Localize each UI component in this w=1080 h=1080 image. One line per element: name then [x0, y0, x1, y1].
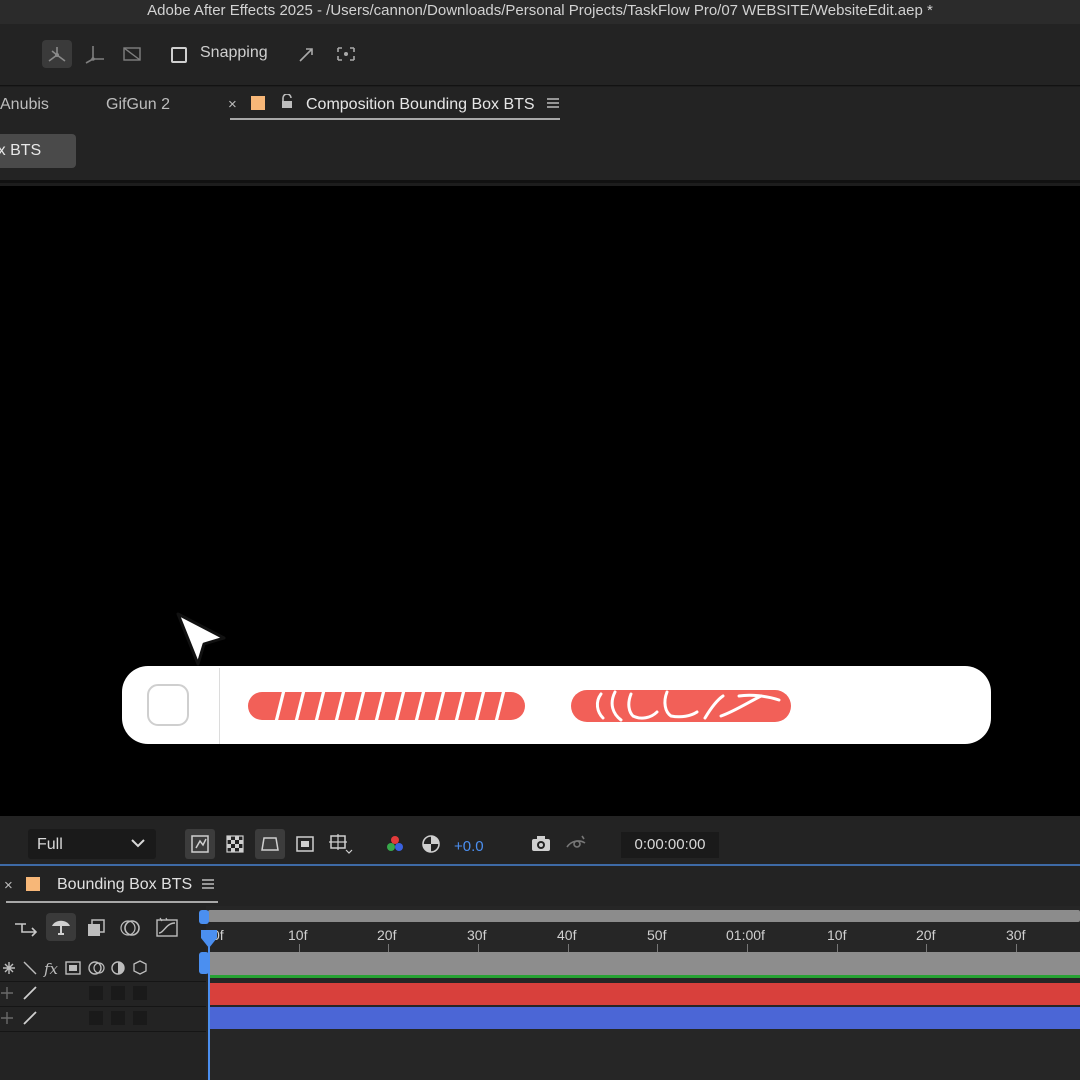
tab-composition[interactable]: Composition Bounding Box BTS	[306, 96, 535, 114]
timeline-close-icon[interactable]: ×	[4, 877, 13, 894]
motion-blur-icon[interactable]	[119, 917, 143, 944]
comp-duration-band	[210, 952, 1080, 975]
ruler-tick	[747, 944, 748, 952]
lock-icon[interactable]	[280, 93, 294, 115]
cursor-icon	[168, 608, 234, 675]
ruler-tick	[1016, 944, 1017, 952]
tab-close-icon[interactable]: ×	[228, 96, 237, 113]
ruler-tick	[299, 944, 300, 952]
row-separator	[0, 1006, 206, 1007]
tab-anubis[interactable]: Anubis	[0, 96, 49, 114]
layer-2-bar[interactable]	[210, 1007, 1080, 1029]
resolution-value: Full	[37, 836, 63, 853]
view-axis-icon[interactable]	[117, 40, 147, 68]
playhead-handle-icon[interactable]	[199, 928, 219, 955]
task-bar-wavy	[571, 690, 791, 722]
layer-1-bar[interactable]	[210, 983, 1080, 1005]
ruler-label: 10f	[288, 927, 308, 943]
layer-1-switch[interactable]	[111, 986, 125, 1000]
pill-divider	[219, 668, 220, 744]
comp-breadcrumb[interactable]: Bounding Box BTS	[0, 134, 76, 168]
ruler-label: 30f	[1006, 927, 1026, 943]
ruler-label: 30f	[467, 927, 487, 943]
chevron-down-icon	[130, 836, 146, 855]
graph-editor-icon[interactable]	[154, 917, 180, 944]
work-area-start-handle[interactable]	[199, 910, 209, 924]
local-axis-icon[interactable]	[42, 40, 72, 68]
work-area-bar[interactable]	[208, 910, 1080, 922]
color-channels-icon[interactable]	[380, 829, 410, 859]
world-axis-icon[interactable]	[80, 40, 110, 68]
ruler-tick	[388, 944, 389, 952]
timeline-menu-icon[interactable]	[201, 877, 215, 896]
transparency-grid-icon[interactable]	[220, 829, 250, 859]
current-time-display[interactable]: 0:00:00:00	[621, 832, 719, 858]
tab-gifgun[interactable]: GifGun 2	[106, 96, 170, 114]
render-cache-line	[210, 975, 1080, 978]
layer-1-switch[interactable]	[133, 986, 147, 1000]
timeline-comp-name[interactable]: Bounding Box BTS	[57, 876, 192, 894]
region-of-interest-icon[interactable]	[290, 829, 320, 859]
fast-previews-icon[interactable]	[185, 829, 215, 859]
comp-flowchart-icon[interactable]	[12, 917, 40, 944]
comp-breadcrumb-bar	[0, 127, 1080, 183]
ruler-tick	[926, 944, 927, 952]
window-title: Adobe After Effects 2025 - /Users/cannon…	[0, 0, 1080, 24]
shy-layers-icon[interactable]	[46, 913, 76, 941]
layer-2-switch[interactable]	[89, 1011, 103, 1025]
ruler-label: 20f	[377, 927, 397, 943]
ruler-tick	[478, 944, 479, 952]
ruler-tick	[657, 944, 658, 952]
ruler-label: 50f	[647, 927, 667, 943]
align-icon[interactable]	[292, 40, 322, 68]
grid-guides-icon[interactable]	[325, 829, 355, 859]
ruler-label: 01:00f	[726, 927, 765, 943]
mask-visibility-icon[interactable]	[255, 829, 285, 859]
task-bar-striped	[248, 692, 525, 720]
timeline-comp-swatch	[26, 877, 40, 891]
timeline-tab-underline	[6, 901, 218, 903]
ruler-tick	[837, 944, 838, 952]
layer-1-switches[interactable]	[0, 984, 40, 1007]
reset-exposure-icon[interactable]	[416, 829, 446, 859]
exposure-value[interactable]: +0.0	[454, 838, 484, 855]
snapping-label: Snapping	[200, 44, 268, 61]
comp-color-swatch	[251, 96, 265, 110]
task-checkbox	[147, 684, 189, 726]
active-tab-underline	[230, 118, 560, 120]
layer-2-switch[interactable]	[133, 1011, 147, 1025]
switch-header-icons: fx	[0, 957, 152, 984]
svg-text:fx: fx	[43, 960, 59, 978]
layer-1-switch[interactable]	[89, 986, 103, 1000]
frame-blending-icon[interactable]	[84, 917, 108, 944]
ruler-label: 10f	[827, 927, 847, 943]
toolbar	[0, 24, 1080, 86]
panel-menu-icon[interactable]	[546, 96, 560, 115]
breadcrumb-label: Bounding Box BTS	[0, 142, 42, 159]
camera-icon[interactable]	[526, 829, 556, 859]
layer-2-switch[interactable]	[111, 1011, 125, 1025]
row-separator	[0, 1031, 206, 1032]
ruler-label: 40f	[557, 927, 577, 943]
layer-2-switches[interactable]	[0, 1009, 40, 1032]
ruler-tick	[568, 944, 569, 952]
row-separator	[0, 981, 206, 982]
snap-target-icon[interactable]	[331, 40, 361, 68]
show-snapshot-icon[interactable]	[561, 829, 591, 859]
snapping-checkbox[interactable]	[171, 47, 187, 63]
ruler-label: 20f	[916, 927, 936, 943]
